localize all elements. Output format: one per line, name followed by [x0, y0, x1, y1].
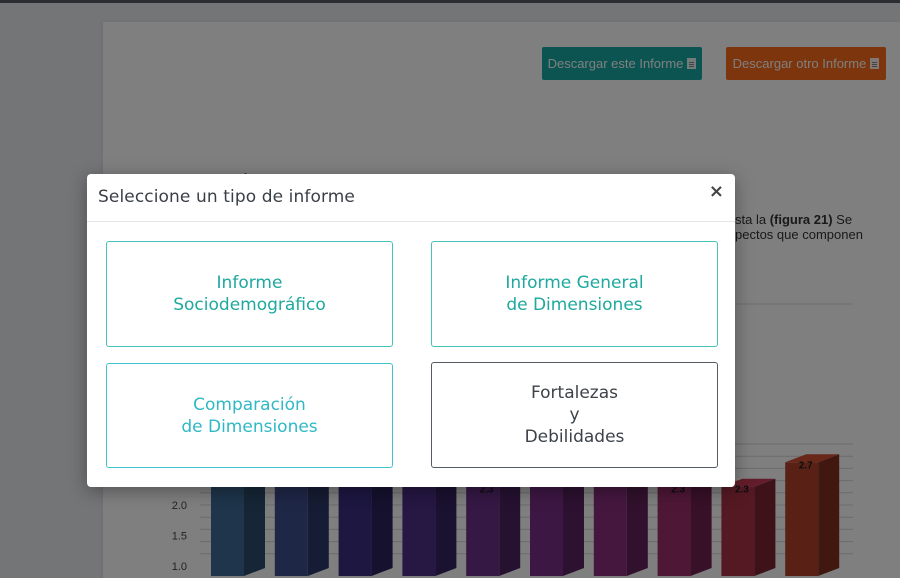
close-icon[interactable]: × — [709, 183, 724, 201]
report-type-modal: Seleccione un tipo de informe × Informe … — [87, 174, 735, 487]
option-dimensions-comparison[interactable]: Comparación de Dimensiones — [106, 363, 393, 468]
option-strengths-weaknesses[interactable]: Fortalezas y Debilidades — [431, 362, 718, 468]
option-label: Comparación de Dimensiones — [181, 394, 318, 437]
option-label: Informe Sociodemográfico — [173, 273, 326, 315]
option-sociodemographic-report[interactable]: Informe Sociodemográfico — [106, 241, 393, 347]
option-general-dimensions-report[interactable]: Informe General de Dimensiones — [431, 241, 718, 347]
option-label: Fortalezas y Debilidades — [524, 383, 625, 447]
modal-header: Seleccione un tipo de informe × — [87, 174, 735, 222]
modal-title: Seleccione un tipo de informe — [98, 187, 355, 207]
option-label: Informe General de Dimensiones — [505, 273, 644, 315]
